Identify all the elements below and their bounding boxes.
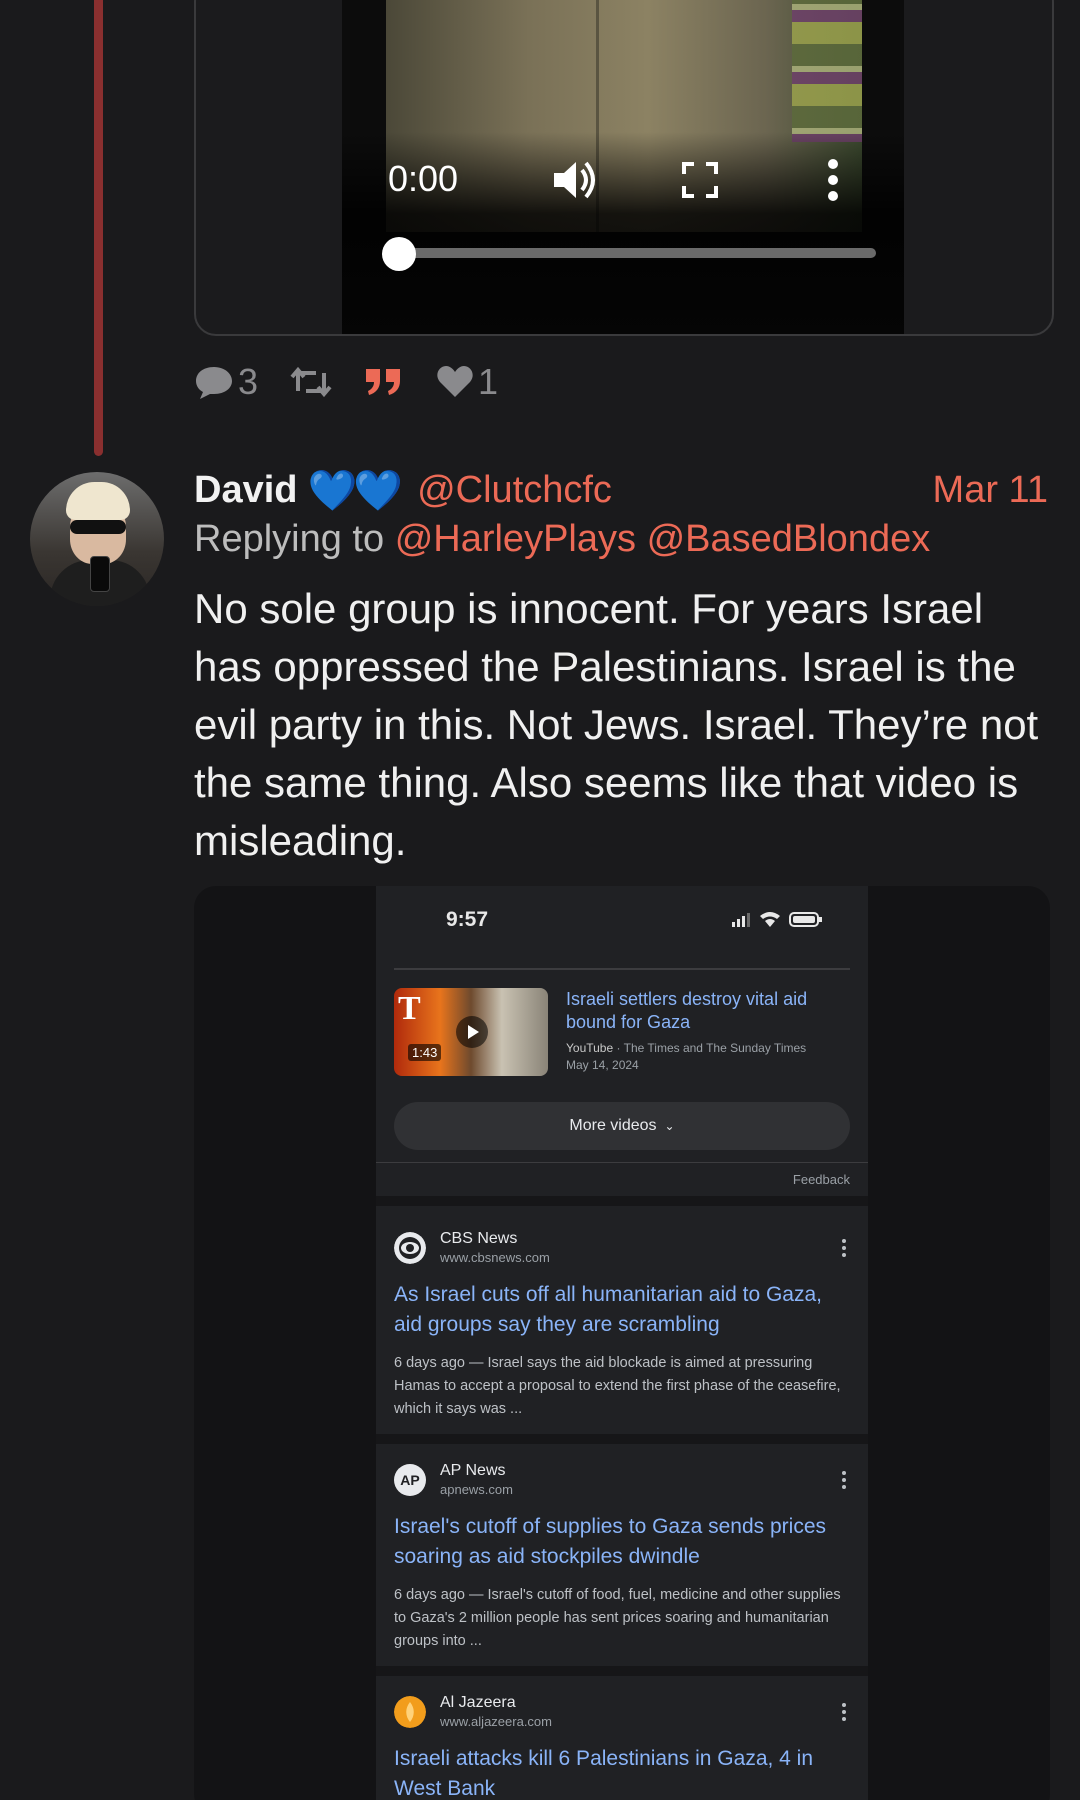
like-count: 1 xyxy=(478,361,499,402)
avatar[interactable] xyxy=(30,472,164,606)
comment-icon xyxy=(196,367,232,399)
result-title[interactable]: As Israel cuts off all humanitarian aid … xyxy=(394,1280,850,1340)
video-progress-thumb[interactable] xyxy=(382,237,416,271)
chevron-down-icon: ⌄ xyxy=(664,1119,675,1133)
tweet-text: No sole group is innocent. For years Isr… xyxy=(194,585,1039,864)
result-snippet: 6 days ago — Israel's cutoff of food, fu… xyxy=(394,1587,841,1649)
video-time: 0:00 xyxy=(388,158,459,199)
repost-icon xyxy=(290,366,332,398)
heart-icon xyxy=(437,366,473,397)
result-url: www.cbsnews.com xyxy=(440,1250,550,1265)
volume-icon[interactable] xyxy=(550,158,598,202)
status-bar: 9:57 xyxy=(376,886,868,946)
video-thumbnail[interactable]: T 1:43 xyxy=(394,988,548,1076)
attached-image[interactable]: 9:57 T 1:43 Israeli settlers destroy vit… xyxy=(194,886,1050,1800)
video-progress-bar[interactable] xyxy=(398,248,876,258)
feedback-link[interactable]: Feedback xyxy=(793,1172,850,1187)
result-url: www.aljazeera.com xyxy=(440,1714,552,1729)
search-result[interactable]: CBS News www.cbsnews.com As Israel cuts … xyxy=(376,1230,868,1452)
search-result[interactable]: AP AP News apnews.com Israel's cutoff of… xyxy=(376,1462,868,1684)
phone-screenshot: 9:57 T 1:43 Israeli settlers destroy vit… xyxy=(376,886,868,1800)
result-url: apnews.com xyxy=(440,1482,513,1497)
video-duration: 1:43 xyxy=(408,1044,442,1061)
quote-icon xyxy=(366,369,401,395)
video-player[interactable]: 0:00 xyxy=(342,0,904,334)
tweet-header: David 💙💙 @Clutchcfc Mar 11 xyxy=(194,466,1048,514)
reply-button[interactable]: 3 xyxy=(194,361,258,403)
reply-count: 3 xyxy=(238,361,259,402)
like-button[interactable]: 1 xyxy=(436,361,498,403)
quote-button[interactable] xyxy=(364,367,404,397)
status-time: 9:57 xyxy=(446,908,489,931)
result-source: AP News xyxy=(440,1462,506,1479)
more-videos-button[interactable]: More videos ⌄ xyxy=(394,1102,850,1150)
video-card[interactable]: 0:00 xyxy=(194,0,1054,336)
result-title[interactable]: Israeli attacks kill 6 Palestinians in G… xyxy=(394,1744,850,1800)
repost-button[interactable] xyxy=(290,365,332,399)
more-options-icon[interactable] xyxy=(826,158,840,202)
more-options-icon[interactable] xyxy=(842,1238,846,1258)
blue-heart-emoji: 💙💙 xyxy=(307,468,403,513)
more-options-icon[interactable] xyxy=(842,1702,846,1722)
ap-logo-icon: AP xyxy=(394,1464,426,1496)
fullscreen-icon[interactable] xyxy=(682,162,718,198)
status-icons xyxy=(732,912,822,927)
video-result[interactable]: T 1:43 Israeli settlers destroy vital ai… xyxy=(394,988,850,1078)
replying-to: Replying to @HarleyPlays @BasedBlondex xyxy=(194,518,931,560)
display-name[interactable]: David xyxy=(194,469,297,512)
thread-line xyxy=(94,0,103,456)
result-source: CBS News xyxy=(440,1230,518,1247)
result-source: Al Jazeera xyxy=(440,1694,516,1711)
video-thumb-logo: T xyxy=(398,990,421,1027)
video-meta: YouTube · The Times and The Sunday Times… xyxy=(566,1041,807,1072)
cbs-logo-icon xyxy=(394,1232,426,1264)
tweet-date[interactable]: Mar 11 xyxy=(933,469,1048,512)
result-title[interactable]: Israel's cutoff of supplies to Gaza send… xyxy=(394,1512,850,1572)
video-title[interactable]: Israeli settlers destroy vital aid bound… xyxy=(566,988,850,1034)
user-handle[interactable]: @Clutchcfc xyxy=(417,469,612,512)
action-bar: 3 1 xyxy=(194,360,530,404)
result-snippet: 6 days ago — Israel says the aid blockad… xyxy=(394,1355,841,1417)
aljazeera-logo-icon xyxy=(394,1696,426,1728)
play-icon xyxy=(456,1016,488,1048)
search-result[interactable]: Al Jazeera www.aljazeera.com Israeli att… xyxy=(376,1694,868,1800)
more-options-icon[interactable] xyxy=(842,1470,846,1490)
mention-link[interactable]: @BasedBlondex xyxy=(647,518,931,560)
mention-link[interactable]: @HarleyPlays xyxy=(395,518,636,560)
